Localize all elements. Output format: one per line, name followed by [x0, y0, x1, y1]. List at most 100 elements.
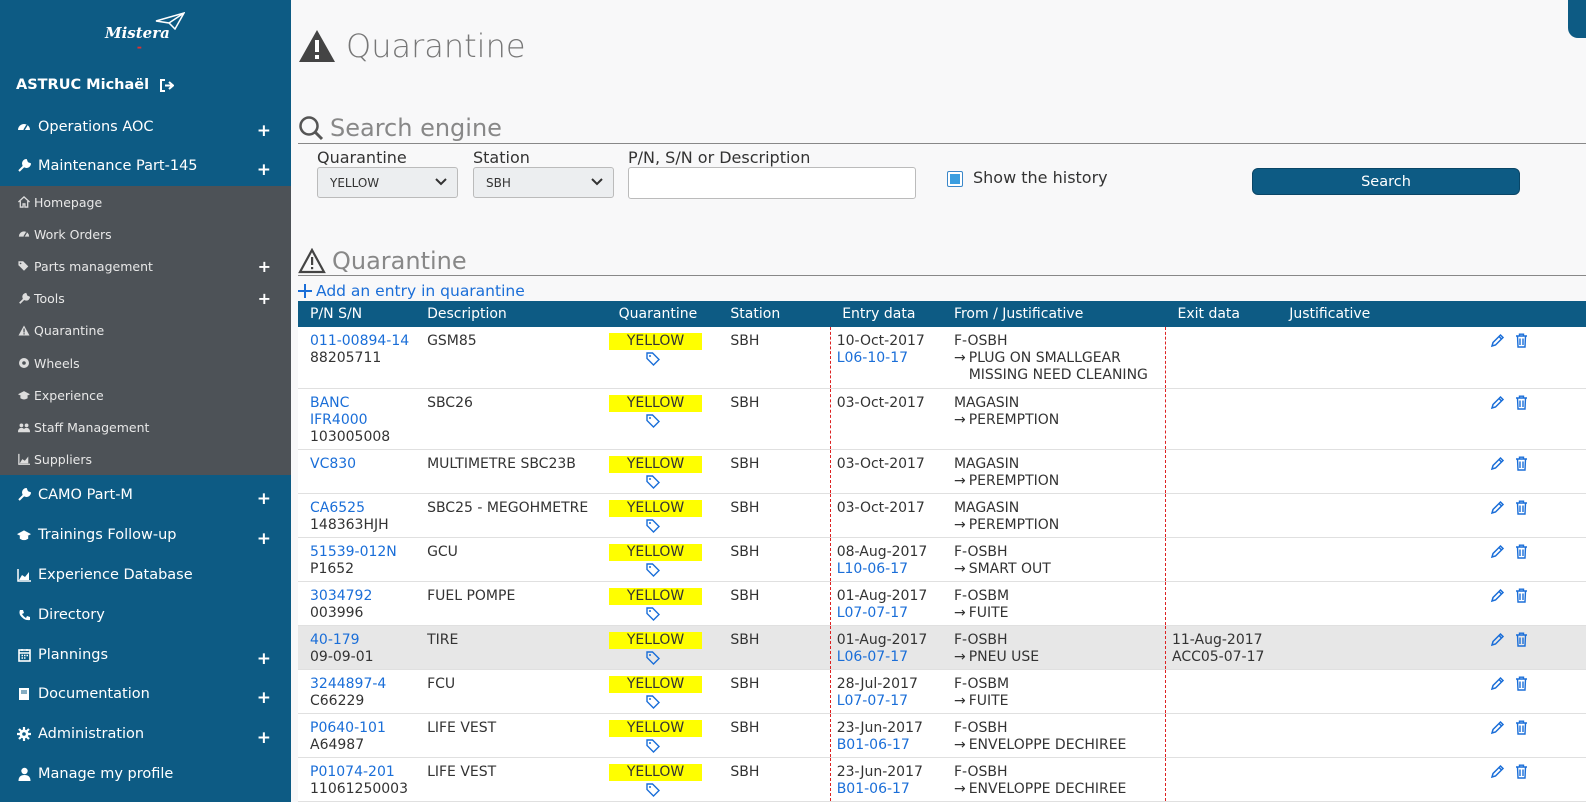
pn-link[interactable]: 3034792: [310, 588, 415, 605]
entry-ref-link[interactable]: L06-07-17: [837, 649, 942, 666]
submenu-item-staff-management[interactable]: Staff Management: [0, 411, 291, 443]
pn-link[interactable]: P0640-101: [310, 720, 415, 737]
pn-link[interactable]: BANC: [310, 395, 415, 412]
expand-plus-icon[interactable]: +: [257, 529, 271, 549]
submenu-item-suppliers[interactable]: Suppliers: [0, 444, 291, 476]
trash-icon[interactable]: [1515, 764, 1528, 779]
pn-link[interactable]: VC830: [310, 456, 415, 473]
entry-ref-link[interactable]: B01-06-17: [837, 737, 942, 754]
submenu-item-experience[interactable]: Experience: [0, 379, 291, 411]
submenu-item-parts-management[interactable]: Parts management +: [0, 250, 291, 282]
fullscreen-button[interactable]: [1568, 0, 1586, 38]
pn-link[interactable]: CA6525: [310, 500, 415, 517]
table-row[interactable]: P0640-101 A64987 LIFE VEST YELLOW SBH 23-Jun-…: [298, 713, 1586, 758]
cell-from-justificative: F-OSBH → ENVELOPPE DECHIREE: [941, 713, 1166, 758]
table-row[interactable]: BANC IFR4000 103005008 SBC26 YELLOW SBH 03-Oct…: [298, 388, 1586, 450]
nav-item-documentation[interactable]: Documentation +: [0, 675, 291, 713]
cell-exit-justificative: [1277, 449, 1491, 494]
entry-ref-link[interactable]: L06-10-17: [837, 350, 942, 367]
tag-icon[interactable]: [645, 352, 660, 366]
submenu-item-homepage[interactable]: Homepage: [0, 186, 291, 218]
show-history-checkbox[interactable]: [947, 171, 963, 187]
pencil-icon[interactable]: [1490, 764, 1505, 779]
table-row[interactable]: 3034792 003996 FUEL POMPE YELLOW SBH 01-Aug-2…: [298, 581, 1586, 626]
table-row[interactable]: 3244897-4 C66229 FCU YELLOW SBH 28-Jul-2017 L0…: [298, 669, 1586, 714]
expand-plus-icon[interactable]: +: [257, 649, 271, 669]
nav-item-plannings[interactable]: Plannings +: [0, 636, 291, 674]
tag-icon[interactable]: [645, 694, 660, 709]
table-row[interactable]: VC830 MULTIMETRE SBC23B YELLOW SBH 03-Oct-20…: [298, 449, 1586, 494]
nav-item-operations-aoc[interactable]: Operations AOC +: [0, 108, 291, 146]
add-quarantine-entry-link[interactable]: Add an entry in quarantine: [298, 282, 525, 300]
pn-link[interactable]: 51539-012N: [310, 544, 415, 561]
trash-icon[interactable]: [1515, 456, 1528, 471]
tag-icon[interactable]: [645, 738, 660, 753]
pn-search-input[interactable]: [628, 167, 916, 199]
submenu-item-wheels[interactable]: Wheels: [0, 347, 291, 379]
search-button[interactable]: Search: [1252, 168, 1520, 195]
pencil-icon[interactable]: [1490, 500, 1505, 515]
pencil-icon[interactable]: [1490, 720, 1505, 735]
pencil-icon[interactable]: [1490, 632, 1505, 647]
nav-item-trainings-follow-up[interactable]: Trainings Follow-up +: [0, 516, 291, 554]
trash-icon[interactable]: [1515, 676, 1528, 691]
table-row[interactable]: CA6525 148363HJH SBC25 - MEGOHMETRE YELLOW S…: [298, 493, 1586, 538]
tag-icon[interactable]: [645, 474, 660, 489]
tag-icon[interactable]: [645, 606, 660, 621]
submenu-item-tools[interactable]: Tools +: [0, 283, 291, 315]
expand-plus-icon[interactable]: +: [257, 728, 271, 748]
pn-link[interactable]: 3244897-4: [310, 676, 415, 693]
tag-icon[interactable]: [645, 562, 660, 577]
tag-icon[interactable]: [645, 650, 660, 665]
pencil-icon[interactable]: [1490, 676, 1505, 691]
pencil-icon[interactable]: [1490, 456, 1505, 471]
trash-icon[interactable]: [1515, 395, 1528, 410]
logout-icon[interactable]: [159, 78, 175, 92]
tag-icon[interactable]: [645, 413, 660, 428]
expand-plus-icon[interactable]: +: [257, 121, 271, 141]
trash-icon[interactable]: [1515, 720, 1528, 735]
entry-ref-link[interactable]: L07-07-17: [837, 605, 942, 622]
pn-link[interactable]: 40-179: [310, 632, 415, 649]
app-logo[interactable]: Mistera ▬: [105, 12, 185, 52]
expand-plus-icon[interactable]: +: [257, 688, 271, 708]
pencil-icon[interactable]: [1490, 333, 1505, 348]
table-row[interactable]: 40-179 09-09-01 TIRE YELLOW SBH 01-Aug-2017 L0…: [298, 625, 1586, 670]
tag-icon[interactable]: [645, 782, 660, 797]
cell-exit-justificative: [1277, 757, 1491, 802]
nav-item-maintenance-part-145[interactable]: Maintenance Part-145 +: [0, 147, 291, 185]
expand-plus-icon[interactable]: +: [257, 489, 271, 509]
pencil-icon[interactable]: [1490, 588, 1505, 603]
trash-icon[interactable]: [1515, 632, 1528, 647]
submenu-item-quarantine[interactable]: Quarantine: [0, 315, 291, 347]
table-row[interactable]: 51539-012N P1652 GCU YELLOW SBH 08-Aug-2017 L1…: [298, 537, 1586, 582]
pencil-icon[interactable]: [1490, 544, 1505, 559]
expand-plus-icon[interactable]: +: [258, 289, 271, 308]
expand-plus-icon[interactable]: +: [258, 257, 271, 276]
area-chart-icon: [18, 454, 30, 466]
trash-icon[interactable]: [1515, 588, 1528, 603]
nav-item-administration[interactable]: Administration +: [0, 715, 291, 753]
station-select[interactable]: SBH: [473, 167, 614, 198]
search-icon: [299, 115, 324, 140]
nav-item-experience-database[interactable]: Experience Database: [0, 556, 291, 594]
tag-icon[interactable]: [645, 518, 660, 533]
expand-plus-icon[interactable]: +: [257, 160, 271, 180]
entry-ref-link[interactable]: L07-07-17: [837, 693, 942, 710]
nav-item-directory[interactable]: Directory: [0, 596, 291, 634]
pn-link[interactable]: IFR4000: [310, 412, 415, 429]
pn-link[interactable]: 011-00894-14: [310, 333, 415, 350]
pencil-icon[interactable]: [1490, 395, 1505, 410]
trash-icon[interactable]: [1515, 544, 1528, 559]
entry-ref-link[interactable]: L10-06-17: [837, 561, 942, 578]
entry-ref-link[interactable]: B01-06-17: [837, 781, 942, 798]
nav-item-manage-my-profile[interactable]: Manage my profile: [0, 755, 291, 793]
pn-link[interactable]: P01074-201: [310, 764, 415, 781]
table-row[interactable]: 011-00894-14 88205711 GSM85 YELLOW SBH 10-Oct…: [298, 327, 1586, 389]
submenu-item-work-orders[interactable]: Work Orders: [0, 218, 291, 250]
trash-icon[interactable]: [1515, 333, 1528, 348]
trash-icon[interactable]: [1515, 500, 1528, 515]
nav-item-camo-part-m[interactable]: CAMO Part-M +: [0, 476, 291, 514]
quarantine-select[interactable]: YELLOW: [317, 167, 458, 198]
table-row[interactable]: P01074-201 11061250003 LIFE VEST YELLOW SBH 2…: [298, 757, 1586, 802]
